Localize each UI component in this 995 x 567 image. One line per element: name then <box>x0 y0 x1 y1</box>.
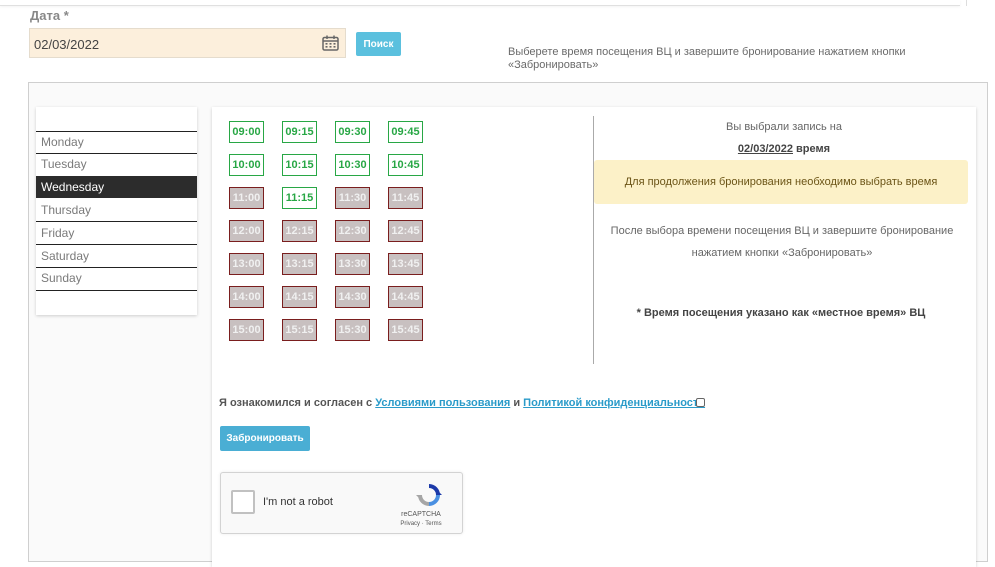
time-slot[interactable]: 14:00 <box>229 286 264 308</box>
privacy-link[interactable]: Политикой конфиденциальности <box>523 397 705 409</box>
date-field[interactable] <box>29 28 346 59</box>
recaptcha-checkbox[interactable] <box>231 490 255 514</box>
day-item-saturday[interactable]: Saturday <box>36 245 197 267</box>
agreement-and: и <box>513 397 521 409</box>
recaptcha-logo-icon <box>416 484 442 506</box>
time-slot[interactable]: 14:45 <box>388 286 423 308</box>
time-slot[interactable]: 10:15 <box>282 154 317 176</box>
time-slot[interactable]: 11:15 <box>282 187 317 209</box>
recaptcha-widget: I'm not a robot reCAPTCHA Privacy · Term… <box>220 472 463 534</box>
time-slot[interactable]: 15:00 <box>229 319 264 341</box>
time-slot[interactable]: 09:15 <box>282 121 317 143</box>
time-slot[interactable]: 14:30 <box>335 286 370 308</box>
day-item-sunday[interactable]: Sunday <box>36 267 197 289</box>
time-slot[interactable]: 13:30 <box>335 253 370 275</box>
day-item-thursday[interactable]: Thursday <box>36 199 197 221</box>
time-slot[interactable]: 13:00 <box>229 253 264 275</box>
terms-link[interactable]: Условиями пользования <box>375 397 510 409</box>
time-slot[interactable]: 10:30 <box>335 154 370 176</box>
agreement-text: Я ознакомился и согласен с Условиями пол… <box>219 397 705 409</box>
recaptcha-links: Privacy · Terms <box>381 521 461 527</box>
day-item-wednesday[interactable]: Wednesday <box>36 176 197 198</box>
recaptcha-terms-link[interactable]: Terms <box>425 521 441 527</box>
top-bar-divider <box>966 0 967 6</box>
time-slot[interactable]: 12:45 <box>388 220 423 242</box>
time-slot[interactable]: 11:45 <box>388 187 423 209</box>
calendar-icon[interactable] <box>322 35 339 51</box>
agreement-checkbox[interactable] <box>696 398 705 407</box>
time-slot[interactable]: 12:15 <box>282 220 317 242</box>
recaptcha-label: I'm not a robot <box>263 496 333 508</box>
time-slot[interactable]: 14:15 <box>282 286 317 308</box>
time-slot[interactable]: 15:15 <box>282 319 317 341</box>
top-bar <box>0 0 960 6</box>
day-item-monday[interactable]: Monday <box>36 131 197 153</box>
selection-date-line: 02/03/2022 время <box>594 143 974 155</box>
time-slot[interactable]: 09:30 <box>335 121 370 143</box>
time-slot[interactable]: 09:00 <box>229 121 264 143</box>
day-list: Monday Tuesday Wednesday Thursday Friday… <box>36 107 197 315</box>
time-slot[interactable]: 15:30 <box>335 319 370 341</box>
time-slot[interactable]: 09:45 <box>388 121 423 143</box>
time-slot[interactable]: 15:45 <box>388 319 423 341</box>
time-slot[interactable]: 12:30 <box>335 220 370 242</box>
time-slot[interactable]: 10:45 <box>388 154 423 176</box>
selection-title: Вы выбрали запись на <box>726 121 842 133</box>
recaptcha-privacy-link[interactable]: Privacy <box>400 521 420 527</box>
instruction-text: Выберете время посещения ВЦ и завершите … <box>508 46 906 71</box>
date-input[interactable] <box>30 29 316 59</box>
selected-date: 02/03/2022 <box>737 143 793 155</box>
time-slot[interactable]: 11:30 <box>335 187 370 209</box>
date-label: Дата * <box>30 8 69 23</box>
recaptcha-brand: reCAPTCHA <box>401 511 441 518</box>
warning-alert: Для продолжения бронирования необходимо … <box>594 160 968 204</box>
search-button[interactable]: Поиск <box>356 32 401 56</box>
time-slot[interactable]: 12:00 <box>229 220 264 242</box>
time-slot[interactable]: 13:45 <box>388 253 423 275</box>
day-item-tuesday[interactable]: Tuesday <box>36 153 197 175</box>
selected-time-label: время <box>796 143 831 155</box>
time-slot[interactable]: 13:15 <box>282 253 317 275</box>
agreement-prefix: Я ознакомился и согласен с <box>219 397 373 409</box>
time-slot[interactable]: 11:00 <box>229 187 264 209</box>
day-item-friday[interactable]: Friday <box>36 222 197 244</box>
time-slot[interactable]: 10:00 <box>229 154 264 176</box>
after-selection-text: После выбора времени посещения ВЦ и заве… <box>610 225 954 259</box>
local-time-note: * Время посещения указано как «местное в… <box>636 307 926 319</box>
day-list-divider <box>36 290 197 291</box>
book-button[interactable]: Забронировать <box>220 426 310 451</box>
